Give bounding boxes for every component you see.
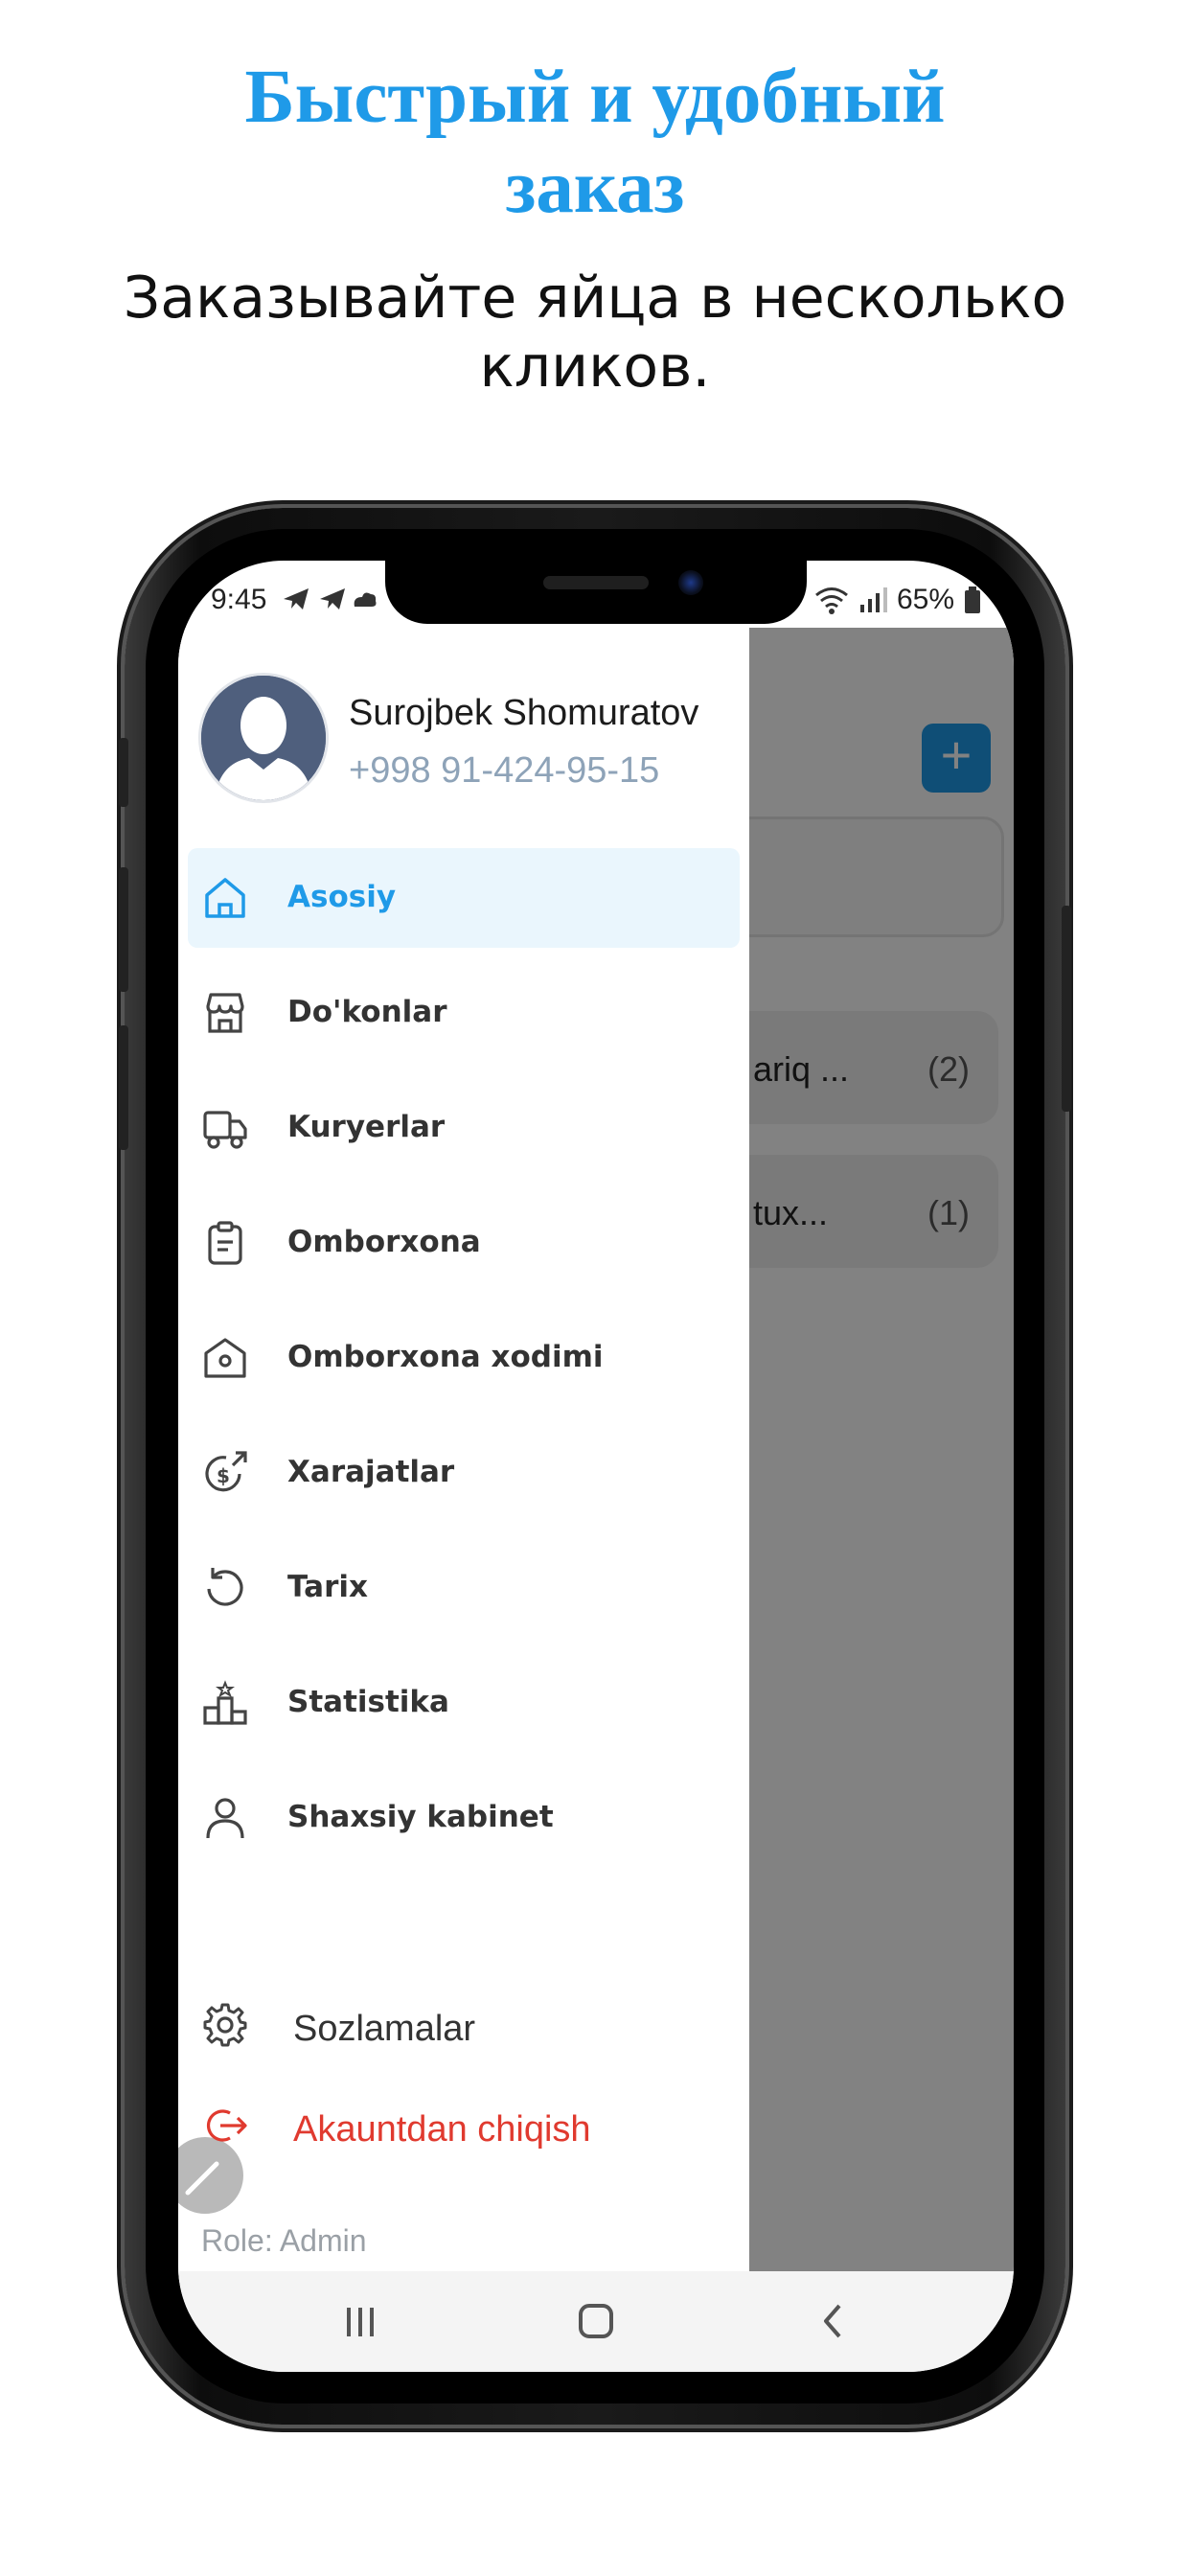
profile-phone: +998 91-424-95-15 (349, 750, 660, 791)
settings-label: Sozlamalar (293, 2009, 476, 2049)
mute-switch (119, 738, 128, 807)
menu-item-xarajatlar[interactable]: $ Xarajatlar (188, 1423, 740, 1523)
telegram-icon (284, 588, 377, 610)
notch (385, 561, 807, 624)
settings-button[interactable]: Sozlamalar (188, 1984, 740, 2070)
home-icon (205, 878, 245, 918)
expense-icon: $ (205, 1451, 247, 1492)
logout-button[interactable]: Akauntdan chiqish (188, 2084, 740, 2171)
menu-item-shaxsiy-kabinet[interactable]: Shaxsiy kabinet (188, 1768, 740, 1868)
volume-down-button (119, 1025, 128, 1150)
battery-icon (965, 586, 980, 613)
user-icon (206, 1798, 244, 1839)
front-camera (678, 570, 703, 595)
promo-title-line1: Быстрый и удобный (244, 56, 946, 139)
logout-icon (206, 2109, 247, 2142)
warehouse-icon (204, 1338, 246, 1378)
back-icon[interactable] (805, 2300, 862, 2344)
home-nav-icon[interactable] (567, 2300, 625, 2344)
promo-subtitle: Заказывайте яйца в несколько кликов. (0, 264, 1190, 402)
menu-item-omborxona-xodimi[interactable]: Omborxona xodimi (188, 1308, 740, 1408)
signal-icon (859, 587, 887, 612)
truck-icon (203, 1111, 247, 1149)
promo-title-line2: заказ (505, 146, 685, 229)
user-silhouette-icon (201, 676, 326, 800)
promo-title: Быстрый и удобный заказ (0, 53, 1190, 233)
battery-percent: 65% (896, 584, 954, 615)
menu-item-label: Xarajatlar (287, 1455, 455, 1489)
avatar[interactable] (201, 676, 326, 800)
profile-name: Surojbek Shomuratov (349, 693, 699, 733)
menu-item-label: Asosiy (287, 880, 397, 914)
recent-apps-icon[interactable] (332, 2300, 389, 2344)
promo-subtitle-line2: кликов. (479, 334, 711, 401)
system-navigation-bar (178, 2271, 1014, 2372)
menu-item-label: Shaxsiy kabinet (287, 1800, 554, 1834)
power-button (1062, 906, 1071, 1112)
menu-item-tarix[interactable]: Tarix (188, 1538, 740, 1638)
menu-item-label: Statistika (287, 1685, 449, 1719)
wifi-icon (815, 587, 848, 614)
earpiece-speaker (543, 576, 649, 589)
menu-item-statistika[interactable]: Statistika (188, 1653, 740, 1753)
menu-item-omborxona[interactable]: Omborxona (188, 1193, 740, 1293)
gear-icon (203, 2003, 247, 2047)
status-time: 9:45 (211, 584, 267, 615)
podium-icon (203, 1680, 247, 1725)
menu-item-label: Tarix (287, 1570, 368, 1604)
menu-item-kuryerlar[interactable]: Kuryerlar (188, 1078, 740, 1178)
menu-item-label: Do'konlar (287, 995, 447, 1029)
phone-screen: 9:45 65% + ariq ... (2) tux... (1) Suroj… (178, 561, 1014, 2372)
promo-subtitle-line1: Заказывайте яйца в несколько (123, 264, 1067, 332)
navigation-drawer: Surojbek Shomuratov +998 91-424-95-15 As… (178, 628, 749, 2271)
logout-label: Akauntdan chiqish (293, 2109, 591, 2150)
status-notification-icons (282, 586, 378, 617)
history-icon (207, 1568, 243, 1606)
menu-item-label: Omborxona xodimi (287, 1340, 604, 1374)
store-icon (206, 993, 244, 1033)
menu-item-dokonlar[interactable]: Do'konlar (188, 963, 740, 1063)
role-text: Role: Admin (201, 2223, 367, 2258)
menu-item-label: Kuryerlar (287, 1110, 446, 1144)
clipboard-icon (208, 1221, 242, 1265)
menu-item-asosiy[interactable]: Asosiy (188, 848, 740, 948)
svg-text:$: $ (217, 1464, 230, 1487)
menu-item-label: Omborxona (287, 1225, 481, 1259)
volume-up-button (119, 867, 128, 992)
